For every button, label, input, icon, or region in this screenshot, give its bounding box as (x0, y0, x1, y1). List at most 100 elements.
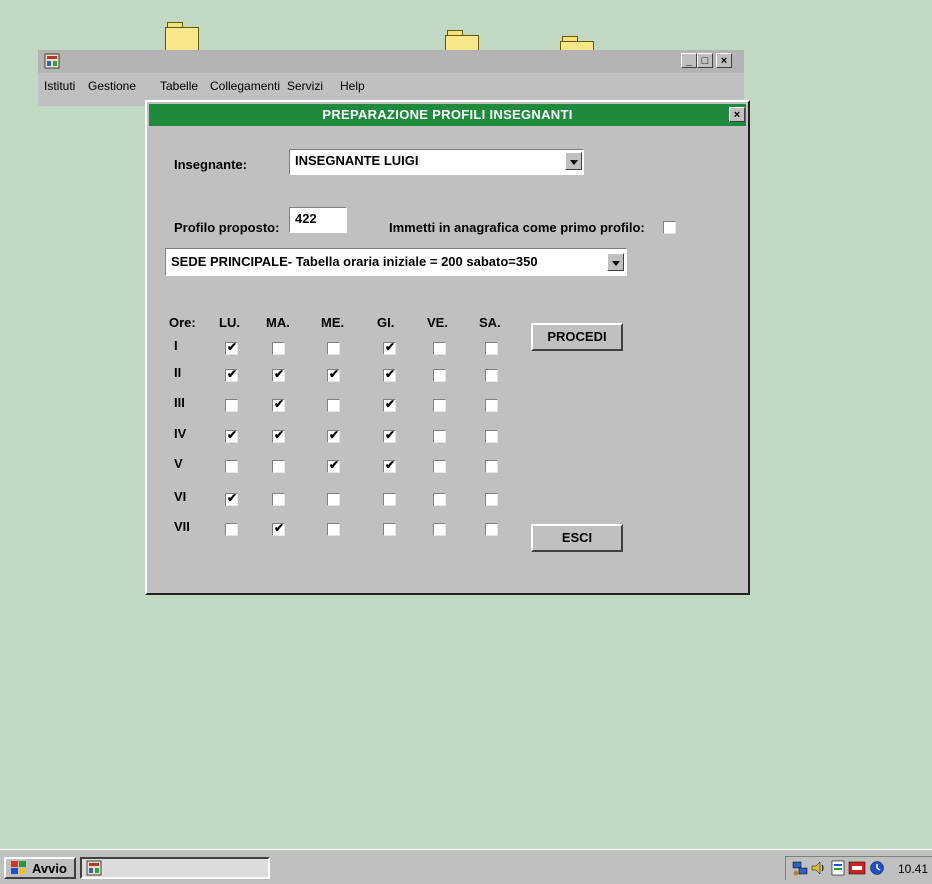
hour-checkbox[interactable]: ✔ (272, 397, 285, 412)
app-icon[interactable] (44, 53, 60, 69)
hour-checkbox[interactable]: ✔ (383, 458, 396, 473)
day-header: VE. (427, 315, 448, 330)
desktop-folder-icon[interactable] (165, 22, 199, 51)
check-icon: ✔ (385, 397, 396, 411)
hour-checkbox[interactable] (433, 399, 446, 412)
maximize-button[interactable]: □ (697, 53, 713, 68)
day-header: GI. (377, 315, 395, 330)
profile-dialog: PREPARAZIONE PROFILI INSEGNANTI × Insegn… (145, 100, 750, 595)
hour-checkbox[interactable]: ✔ (272, 367, 285, 382)
hour-checkbox[interactable]: ✔ (383, 428, 396, 443)
hour-checkbox[interactable]: ✔ (272, 428, 285, 443)
check-icon: ✔ (227, 367, 238, 381)
hour-checkbox[interactable] (433, 430, 446, 443)
hour-label: VII (174, 519, 190, 534)
hour-checkbox[interactable] (485, 523, 498, 536)
check-icon: ✔ (329, 458, 340, 472)
hour-checkbox[interactable] (225, 460, 238, 473)
hour-checkbox[interactable] (225, 399, 238, 412)
hour-checkbox[interactable] (327, 493, 340, 506)
day-header: SA. (479, 315, 501, 330)
hour-checkbox[interactable] (383, 523, 396, 536)
menu-help[interactable]: Help (340, 79, 365, 93)
hour-checkbox[interactable]: ✔ (225, 340, 238, 355)
hour-checkbox[interactable]: ✔ (383, 340, 396, 355)
ore-label: Ore: (169, 315, 196, 330)
hour-checkbox[interactable]: ✔ (272, 521, 285, 536)
hour-checkbox[interactable] (272, 342, 285, 355)
hour-checkbox[interactable] (433, 523, 446, 536)
day-header: LU. (219, 315, 240, 330)
hour-checkbox[interactable] (433, 342, 446, 355)
check-icon: ✔ (227, 340, 238, 354)
hour-checkbox[interactable]: ✔ (327, 458, 340, 473)
scheduler-icon[interactable] (869, 860, 885, 876)
check-icon: ✔ (385, 367, 396, 381)
hour-label: V (174, 456, 183, 471)
antivirus-icon[interactable] (848, 860, 866, 876)
hour-label: III (174, 395, 185, 410)
menu-servizi[interactable]: Servizi (287, 79, 323, 93)
hour-checkbox[interactable] (433, 493, 446, 506)
hour-label: II (174, 365, 182, 380)
close-button[interactable]: × (716, 53, 732, 68)
day-header: MA. (266, 315, 290, 330)
menu-gestione[interactable]: Gestione (88, 79, 136, 93)
check-icon: ✔ (385, 458, 396, 472)
hour-checkbox[interactable]: ✔ (225, 428, 238, 443)
hour-label: VI (174, 489, 187, 504)
hour-checkbox[interactable] (485, 369, 498, 382)
check-icon: ✔ (329, 367, 340, 381)
hour-checkbox[interactable]: ✔ (383, 367, 396, 382)
check-icon: ✔ (385, 340, 396, 354)
hour-checkbox[interactable]: ✔ (383, 397, 396, 412)
hour-checkbox[interactable] (383, 493, 396, 506)
start-button[interactable]: Avvio (4, 857, 76, 879)
hour-checkbox[interactable]: ✔ (225, 367, 238, 382)
check-icon: ✔ (329, 428, 340, 442)
windows-logo-icon (11, 861, 26, 874)
hour-checkbox[interactable] (327, 399, 340, 412)
hour-checkbox[interactable]: ✔ (327, 428, 340, 443)
hour-checkbox[interactable] (433, 369, 446, 382)
menu-istituti[interactable]: Istituti (44, 79, 75, 93)
esci-button[interactable]: ESCI (531, 524, 623, 552)
procedi-button[interactable]: PROCEDI (531, 323, 623, 351)
hour-checkbox[interactable] (485, 430, 498, 443)
hour-checkbox[interactable] (225, 523, 238, 536)
menu-collegamenti[interactable]: Collegamenti (210, 79, 280, 93)
start-label: Avvio (32, 861, 67, 876)
hour-checkbox[interactable] (327, 342, 340, 355)
check-icon: ✔ (227, 491, 238, 505)
hour-checkbox[interactable] (433, 460, 446, 473)
system-tray: 10.41 (785, 856, 932, 880)
hour-checkbox[interactable] (485, 399, 498, 412)
check-icon: ✔ (385, 428, 396, 442)
speaker-icon[interactable] (811, 860, 825, 876)
check-icon: ✔ (274, 521, 285, 535)
clipboard-icon[interactable] (830, 860, 846, 876)
day-header: ME. (321, 315, 345, 330)
check-icon: ✔ (274, 397, 285, 411)
hour-checkbox[interactable] (272, 493, 285, 506)
hour-checkbox[interactable]: ✔ (327, 367, 340, 382)
check-icon: ✔ (274, 428, 285, 442)
hour-checkbox[interactable] (272, 460, 285, 473)
menu-tabelle[interactable]: Tabelle (160, 79, 198, 93)
hour-checkbox[interactable] (485, 342, 498, 355)
hour-label: I (174, 338, 178, 353)
hour-label: IV (174, 426, 187, 441)
clock[interactable]: 10.41 (898, 862, 928, 876)
check-icon: ✔ (274, 367, 285, 381)
hour-checkbox[interactable] (327, 523, 340, 536)
network-icon[interactable] (792, 860, 808, 876)
hour-checkbox[interactable] (485, 493, 498, 506)
minimize-button[interactable]: _ (681, 53, 697, 68)
hour-checkbox[interactable] (485, 460, 498, 473)
taskbar: Avvio 10.41 (0, 849, 932, 884)
app-titlebar[interactable]: _ □ × (38, 50, 744, 73)
hour-checkbox[interactable]: ✔ (225, 491, 238, 506)
taskbar-app-button[interactable] (80, 857, 270, 879)
app-window: _ □ × Istituti Gestione Tabelle Collegam… (38, 50, 744, 106)
check-icon: ✔ (227, 428, 238, 442)
